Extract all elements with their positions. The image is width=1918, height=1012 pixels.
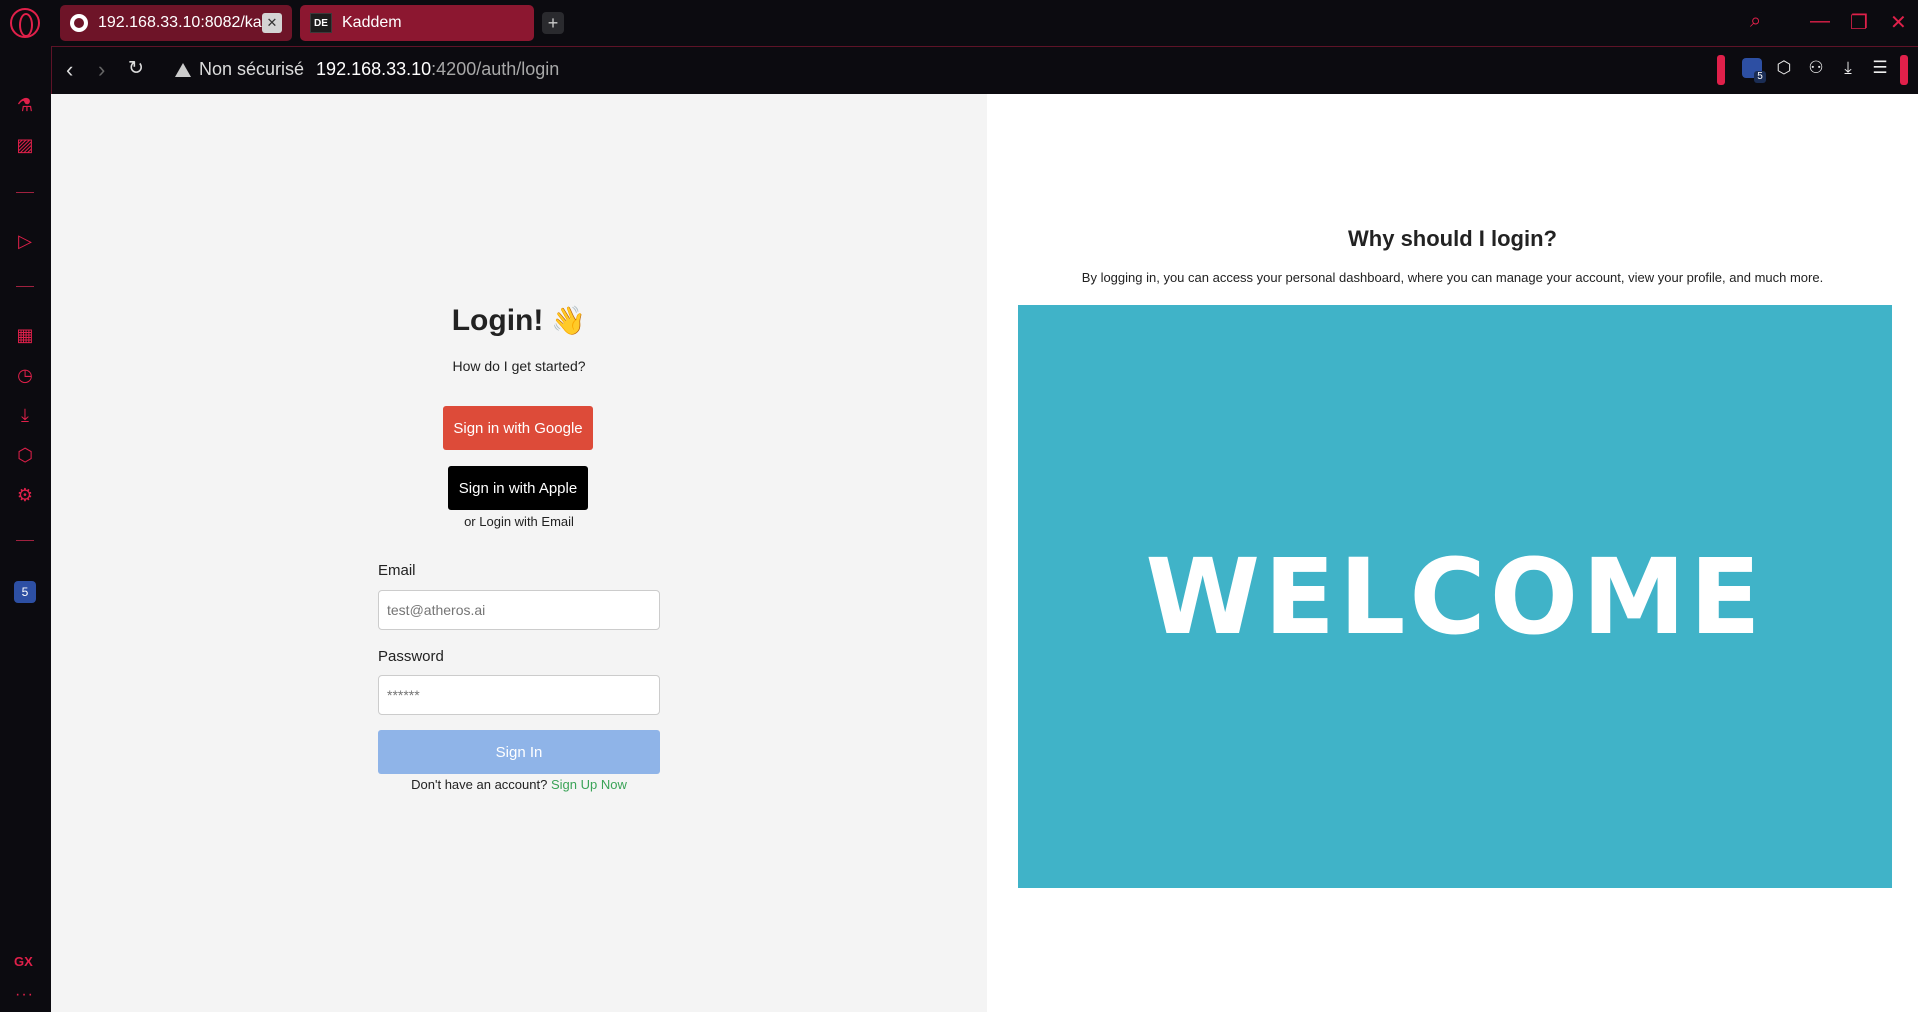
warning-icon <box>175 62 191 77</box>
url-field[interactable]: Non sécurisé 192.168.33.10:4200/auth/log… <box>175 59 559 80</box>
browser-extension-icon[interactable]: ⚗ <box>14 94 36 116</box>
new-tab-button[interactable]: + <box>542 12 564 34</box>
or-email-text: or Login with Email <box>464 514 574 529</box>
google-signin-button[interactable]: Sign in with Google <box>443 406 593 450</box>
video-pop-out-icon[interactable]: ▨ <box>14 134 36 156</box>
extension-marker <box>1900 55 1908 85</box>
gx-corner-label[interactable]: GX <box>14 954 33 969</box>
signup-link[interactable]: Sign Up Now <box>551 777 627 792</box>
sidebar-extension-badge-icon[interactable]: 5 <box>14 581 36 603</box>
email-field[interactable] <box>378 590 660 630</box>
sidebar-divider <box>16 192 34 193</box>
search-tabs-icon[interactable]: ⌕ <box>1750 10 1761 33</box>
downloads-icon[interactable]: ⤓ <box>14 404 36 426</box>
extensions-icon[interactable]: ⬡ <box>14 444 36 466</box>
globe-icon <box>70 14 88 32</box>
web-page: Login! 👋 How do I get started? Sign in wi… <box>51 94 1918 1012</box>
reload-icon[interactable]: ↻ <box>128 57 144 80</box>
sidebar-divider <box>16 286 34 287</box>
no-account-text: Don't have an account? <box>411 777 548 792</box>
why-login-description: By logging in, you can access your perso… <box>1081 270 1824 285</box>
extension-badge-count: 5 <box>1754 71 1766 83</box>
welcome-text: WELCOME <box>1145 535 1765 658</box>
login-panel: Login! 👋 How do I get started? Sign in wi… <box>51 94 987 1012</box>
extension-marker <box>1717 55 1725 85</box>
de-favicon-icon: DE <box>310 13 332 33</box>
email-label: Email <box>378 562 416 579</box>
welcome-image: WELCOME <box>1018 305 1892 888</box>
close-window-icon[interactable]: ✕ <box>1890 10 1907 35</box>
login-title: Login! <box>451 304 544 337</box>
signin-button[interactable]: Sign In <box>378 730 660 774</box>
close-tab-icon[interactable]: ✕ <box>262 13 282 33</box>
easy-setup-icon[interactable]: ☰ <box>1870 58 1890 78</box>
sidebar-divider <box>16 540 34 541</box>
opera-logo-icon[interactable] <box>10 8 40 38</box>
back-icon[interactable]: ‹ <box>66 57 73 83</box>
speed-dial-icon[interactable]: ▦ <box>14 324 36 346</box>
tab-title: Kaddem <box>342 14 402 31</box>
more-icon[interactable]: ··· <box>15 986 34 1004</box>
tab-bar: 192.168.33.10:8082/kaddem ✕ DE Kaddem + … <box>0 0 1918 46</box>
signup-row: Don't have an account? Sign Up Now <box>51 777 987 792</box>
maximize-icon[interactable]: ❐ <box>1850 10 1868 35</box>
tab-active[interactable]: 192.168.33.10:8082/kaddem ✕ <box>60 5 292 41</box>
forward-icon[interactable]: › <box>98 57 105 83</box>
security-label: Non sécurisé <box>199 59 305 79</box>
settings-icon[interactable]: ⚙ <box>14 484 36 506</box>
account-icon[interactable]: ⚇ <box>1806 58 1826 78</box>
minimize-icon[interactable]: — <box>1810 10 1830 33</box>
info-panel: Why should I login? By logging in, you c… <box>987 94 1918 1012</box>
password-label: Password <box>378 648 444 665</box>
login-heading: Login! 👋 <box>51 304 987 338</box>
cube-icon[interactable]: ⬡ <box>1774 58 1794 78</box>
address-bar: ‹ › ↻ Non sécurisé 192.168.33.10:4200/au… <box>51 46 1918 94</box>
password-field[interactable] <box>378 675 660 715</box>
download-icon[interactable]: ⤓ <box>1838 58 1858 78</box>
tab-title: 192.168.33.10:8082/kaddem <box>98 14 262 31</box>
url-host: 192.168.33.10 <box>316 59 432 79</box>
why-login-title: Why should I login? <box>1348 226 1557 251</box>
url-path: :4200/auth/login <box>431 59 560 79</box>
sidebar: ⚗ ▨ ▷ ▦ ◷ ⤓ ⬡ ⚙ 5 GX ··· <box>0 46 51 1012</box>
apple-signin-button[interactable]: Sign in with Apple <box>448 466 588 510</box>
login-subtitle: How do I get started? <box>452 358 586 374</box>
extension-badge-icon[interactable]: 5 <box>1742 58 1766 83</box>
player-icon[interactable]: ▷ <box>14 230 36 252</box>
history-icon[interactable]: ◷ <box>14 364 36 386</box>
tab-kaddem[interactable]: DE Kaddem <box>300 5 534 41</box>
url-text: 192.168.33.10:4200/auth/login <box>316 59 559 80</box>
waving-hand-icon: 👋 <box>551 305 587 336</box>
browser-window: 192.168.33.10:8082/kaddem ✕ DE Kaddem + … <box>0 0 1918 1012</box>
